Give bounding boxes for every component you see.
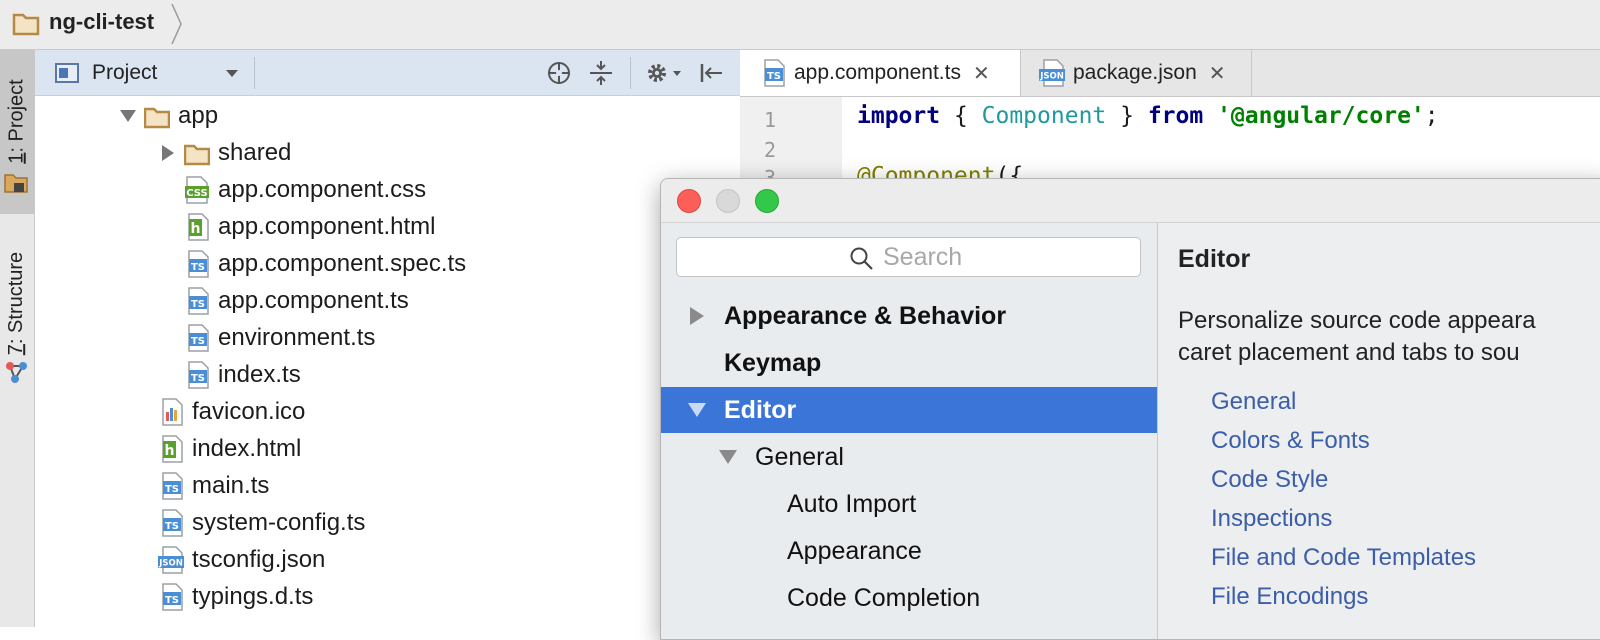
link-file-encodings[interactable]: File Encodings	[1211, 583, 1368, 611]
nav-item-appearance[interactable]: Appearance	[661, 528, 1157, 574]
svg-text:JSON: JSON	[158, 558, 183, 568]
locate-file-icon[interactable]	[546, 60, 572, 86]
breadcrumb-separator-icon	[171, 3, 182, 45]
css-file-icon: CSS	[184, 175, 210, 204]
tree-item-app[interactable]: app	[112, 97, 218, 134]
chevron-down-icon[interactable]	[225, 69, 239, 79]
close-tab-icon[interactable]: ✕	[1209, 61, 1226, 86]
code-line-1: import { Component } from '@angular/core…	[857, 103, 1439, 129]
editor-tab-bar: TS app.component.ts ✕ JSON package.json …	[740, 50, 1600, 97]
expanded-arrow-icon[interactable]	[688, 402, 706, 418]
ts-file-icon: TS	[764, 59, 785, 87]
link-code-style[interactable]: Code Style	[1211, 466, 1328, 494]
nav-item-keymap[interactable]: Keymap	[661, 340, 1157, 386]
tree-item-system-config-ts[interactable]: TS system-config.ts	[158, 504, 365, 541]
line-number: 1	[764, 108, 777, 132]
json-file-icon: JSON	[1039, 59, 1065, 87]
ts-file-icon: TS	[184, 323, 210, 352]
nav-item-editor[interactable]: Editor	[661, 387, 1157, 433]
folder-icon	[184, 144, 210, 165]
tab-app-component-ts[interactable]: TS app.component.ts ✕	[740, 50, 1021, 96]
ts-file-icon: TS	[158, 471, 184, 500]
ts-file-icon: TS	[184, 249, 210, 278]
tree-item-app-component-css[interactable]: CSS app.component.css	[184, 171, 426, 208]
search-icon	[850, 247, 873, 270]
settings-content: Editor Personalize source code appeara c…	[1158, 223, 1600, 639]
settings-nav: Search Appearance & Behavior Keymap Edit…	[661, 223, 1158, 639]
svg-text:TS: TS	[191, 262, 205, 273]
svg-text:CSS: CSS	[186, 188, 207, 199]
line-number: 2	[764, 138, 777, 162]
nav-item-code-completion[interactable]: Code Completion	[661, 575, 1157, 621]
tree-item-environment-ts[interactable]: TS environment.ts	[184, 319, 375, 356]
dialog-title-bar	[661, 179, 1600, 223]
project-view-icon	[55, 63, 79, 83]
folder-icon	[12, 13, 40, 36]
navigation-bar: ng-cli-test	[0, 0, 1600, 50]
hide-panel-icon[interactable]	[698, 60, 726, 86]
link-inspections[interactable]: Inspections	[1211, 505, 1332, 533]
close-window-button[interactable]	[677, 189, 701, 213]
html-file-icon: h	[158, 434, 184, 463]
image-file-icon	[158, 397, 184, 426]
folder-icon	[144, 107, 170, 128]
project-panel-header: Project	[35, 50, 740, 96]
close-tab-icon[interactable]: ✕	[973, 61, 990, 86]
json-file-icon: JSON	[158, 545, 184, 574]
link-colors-fonts[interactable]: Colors & Fonts	[1211, 427, 1370, 455]
project-view-selector[interactable]: Project	[92, 61, 157, 85]
ts-file-icon: TS	[158, 582, 184, 611]
settings-search-input[interactable]: Search	[676, 237, 1141, 277]
tree-item-app-component-ts[interactable]: TS app.component.ts	[184, 282, 409, 319]
tool-window-strip: 1: Project 7: Structure	[0, 50, 35, 627]
tree-item-shared[interactable]: shared	[152, 134, 291, 171]
ts-file-icon: TS	[184, 360, 210, 389]
nav-item-auto-import[interactable]: Auto Import	[661, 481, 1157, 527]
svg-text:TS: TS	[165, 595, 179, 606]
tree-item-typings-d-ts[interactable]: TS typings.d.ts	[158, 578, 313, 615]
tree-item-app-component-spec-ts[interactable]: TS app.component.spec.ts	[184, 245, 466, 282]
svg-text:TS: TS	[767, 71, 781, 82]
content-title: Editor	[1178, 245, 1251, 273]
tab-package-json[interactable]: JSON package.json ✕	[1021, 50, 1251, 96]
structure-tool-tab[interactable]: 7: Structure	[0, 230, 34, 390]
settings-dialog: Search Appearance & Behavior Keymap Edit…	[660, 178, 1600, 640]
tree-item-main-ts[interactable]: TS main.ts	[158, 467, 269, 504]
expanded-arrow-icon[interactable]	[120, 109, 136, 123]
tree-item-tsconfig-json[interactable]: JSON tsconfig.json	[158, 541, 325, 578]
svg-text:TS: TS	[191, 373, 205, 384]
tree-item-index-ts[interactable]: TS index.ts	[184, 356, 301, 393]
link-general[interactable]: General	[1211, 388, 1296, 416]
project-folder-icon	[4, 174, 28, 193]
structure-icon	[6, 362, 27, 383]
minimize-window-button[interactable]	[716, 189, 740, 213]
project-tree: app shared CSS app.component.css h app.c…	[35, 96, 740, 627]
tree-item-favicon-ico[interactable]: favicon.ico	[158, 393, 305, 430]
collapsed-arrow-icon[interactable]	[161, 144, 175, 161]
collapse-all-icon[interactable]	[588, 60, 614, 86]
svg-text:TS: TS	[165, 484, 179, 495]
html-file-icon: h	[184, 212, 210, 241]
link-file-and-code-templates[interactable]: File and Code Templates	[1211, 544, 1476, 572]
project-tool-tab[interactable]: 1: Project	[0, 50, 34, 214]
content-description: Personalize source code appeara caret pl…	[1178, 307, 1536, 366]
tree-item-app-component-html[interactable]: h app.component.html	[184, 208, 435, 245]
svg-text:TS: TS	[191, 299, 205, 310]
svg-text:TS: TS	[165, 521, 179, 532]
nav-item-appearance-behavior[interactable]: Appearance & Behavior	[661, 293, 1157, 339]
collapsed-arrow-icon[interactable]	[689, 307, 705, 325]
svg-text:TS: TS	[191, 336, 205, 347]
nav-item-general[interactable]: General	[661, 434, 1157, 480]
expanded-arrow-icon[interactable]	[719, 449, 737, 465]
svg-text:h: h	[165, 443, 175, 459]
ts-file-icon: TS	[184, 286, 210, 315]
tree-item-index-html[interactable]: h index.html	[158, 430, 301, 467]
ts-file-icon: TS	[158, 508, 184, 537]
svg-text:h: h	[191, 221, 201, 237]
gear-icon[interactable]	[645, 60, 685, 86]
svg-text:JSON: JSON	[1039, 72, 1064, 82]
breadcrumb-project[interactable]: ng-cli-test	[49, 9, 154, 35]
maximize-window-button[interactable]	[755, 189, 779, 213]
